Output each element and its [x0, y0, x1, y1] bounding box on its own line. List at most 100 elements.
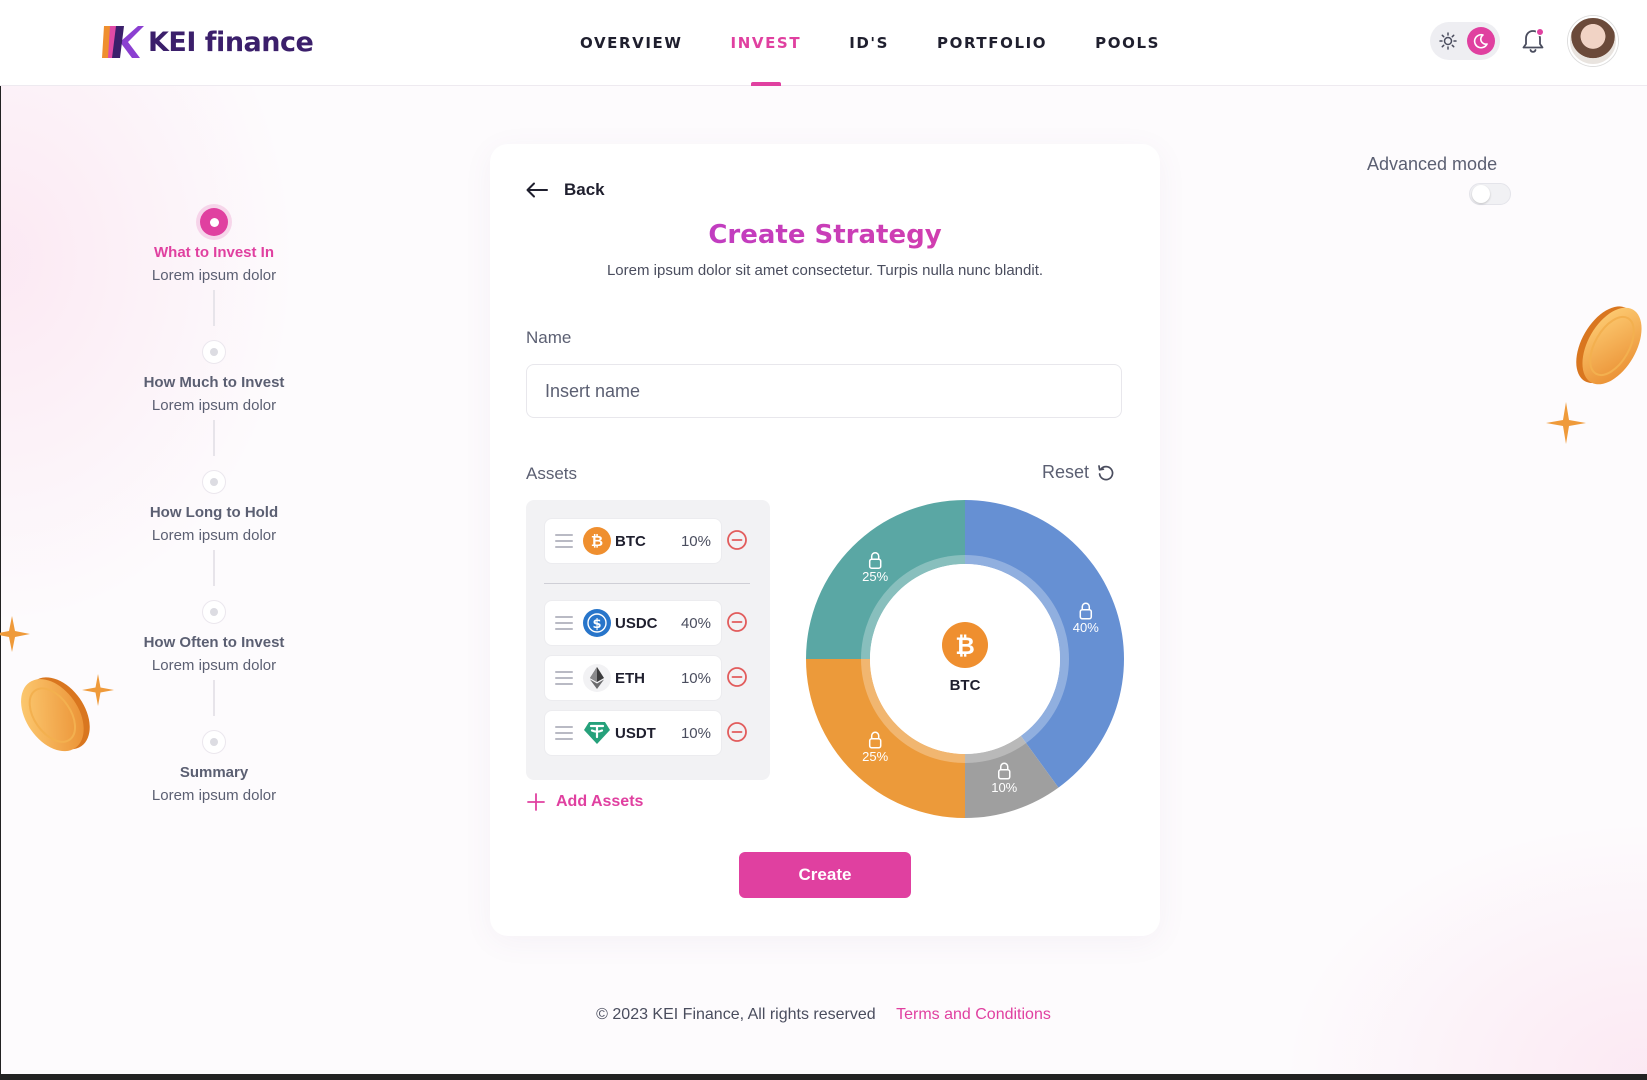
drag-handle-icon[interactable]: [555, 534, 573, 548]
sun-icon: [1439, 32, 1457, 50]
step-subtitle: Lorem ipsum dolor: [151, 397, 277, 414]
step-how-often[interactable]: How Often to Invest Lorem ipsum dolor: [114, 594, 314, 674]
theme-toggle[interactable]: [1430, 22, 1500, 60]
step-subtitle: Lorem ipsum dolor: [151, 787, 277, 804]
asset-row-usdc[interactable]: $ USDC 40%: [544, 600, 722, 646]
copyright-text: © 2023 KEI Finance, All rights reserved: [596, 1006, 876, 1023]
create-strategy-card: Back Create Strategy Lorem ipsum dolor s…: [490, 144, 1160, 936]
donut-segment-label: 25%: [862, 569, 888, 584]
name-label: Name: [526, 328, 572, 347]
create-button[interactable]: Create: [739, 852, 911, 898]
asset-list: ₿ BTC 10% $ USDC 40% ETH 10% USDT 10%: [526, 500, 770, 780]
asset-percent[interactable]: 10%: [681, 533, 711, 550]
page-subtitle: Lorem ipsum dolor sit amet consectetur. …: [606, 262, 1044, 279]
nav-portfolio[interactable]: PORTFOLIO: [937, 0, 1047, 86]
step-title: How Long to Hold: [149, 504, 279, 521]
svg-text:$: $: [592, 617, 601, 632]
brand-name: KEI finance: [148, 26, 314, 58]
advanced-mode-toggle[interactable]: [1469, 183, 1511, 205]
step-subtitle: Lorem ipsum dolor: [151, 267, 277, 284]
main-nav: OVERVIEW INVEST ID'S PORTFOLIO POOLS: [580, 0, 1208, 86]
step-subtitle: Lorem ipsum dolor: [151, 527, 277, 544]
top-navbar: KEI finance OVERVIEW INVEST ID'S PORTFOL…: [0, 0, 1647, 86]
step-indicator: [196, 594, 232, 630]
asset-percent[interactable]: 10%: [681, 670, 711, 687]
usdc-icon: $: [583, 609, 611, 637]
step-title: What to Invest In: [154, 244, 274, 261]
eth-icon: [583, 664, 611, 692]
asset-percent[interactable]: 40%: [681, 615, 711, 632]
step-indicator: [196, 334, 232, 370]
back-button[interactable]: Back: [526, 180, 605, 200]
divider: [544, 583, 750, 584]
step-connector: [213, 420, 215, 456]
moon-icon[interactable]: [1467, 27, 1495, 55]
remove-circle-icon[interactable]: [726, 529, 748, 551]
strategy-name-input[interactable]: [526, 364, 1122, 418]
remove-circle-icon[interactable]: [726, 666, 748, 688]
nav-invest[interactable]: INVEST: [731, 0, 802, 86]
donut-segment-label: 10%: [991, 780, 1017, 795]
asset-symbol: ETH: [615, 669, 645, 687]
plus-icon: [527, 793, 545, 811]
step-what-to-invest[interactable]: What to Invest In Lorem ipsum dolor: [114, 204, 314, 284]
step-summary[interactable]: Summary Lorem ipsum dolor: [114, 724, 314, 804]
step-connector: [213, 290, 215, 326]
allocation-donut-chart: 40% 10% 25% 25% ₿ BTC: [806, 500, 1124, 818]
page-title: Create Strategy: [490, 220, 1160, 250]
step-connector: [213, 550, 215, 586]
nav-pools[interactable]: POOLS: [1095, 0, 1160, 86]
add-assets-button[interactable]: Add Assets: [526, 792, 643, 812]
usdt-icon: [583, 719, 611, 747]
terms-link[interactable]: Terms and Conditions: [896, 1006, 1051, 1023]
step-subtitle: Lorem ipsum dolor: [151, 657, 277, 674]
sparkle-icon: [0, 616, 30, 652]
brand-logo[interactable]: KEI finance: [102, 24, 314, 60]
drag-handle-icon[interactable]: [555, 616, 573, 630]
arrow-left-icon: [526, 182, 548, 198]
step-indicator: [196, 204, 232, 240]
back-label: Back: [564, 180, 605, 199]
refresh-icon: [1098, 464, 1114, 480]
reset-button[interactable]: Reset: [1042, 462, 1115, 483]
svg-text:₿: ₿: [591, 532, 603, 550]
kei-logo-icon: [102, 26, 144, 58]
step-how-much[interactable]: How Much to Invest Lorem ipsum dolor: [114, 334, 314, 414]
sparkle-icon: [82, 674, 114, 706]
btc-glyph: ₿: [955, 632, 975, 660]
step-indicator: [196, 464, 232, 500]
step-how-long[interactable]: How Long to Hold Lorem ipsum dolor: [114, 464, 314, 544]
asset-symbol: USDC: [615, 614, 658, 632]
assets-label: Assets: [526, 464, 578, 483]
asset-symbol: BTC: [615, 532, 646, 550]
step-connector: [213, 680, 215, 716]
toggle-knob: [1472, 185, 1490, 203]
sparkle-icon: [1546, 402, 1586, 444]
step-indicator: [196, 724, 232, 760]
step-title: How Much to Invest: [143, 374, 285, 391]
footer: © 2023 KEI Finance, All rights reserved …: [0, 1006, 1647, 1024]
reset-label: Reset: [1042, 462, 1090, 482]
remove-circle-icon[interactable]: [726, 721, 748, 743]
nav-ids[interactable]: ID'S: [849, 0, 889, 86]
bell-icon[interactable]: [1520, 27, 1546, 55]
btc-icon: ₿: [583, 527, 611, 555]
drag-handle-icon[interactable]: [555, 671, 573, 685]
add-assets-label: Add Assets: [556, 793, 644, 810]
donut-segment-label: 40%: [1073, 620, 1099, 635]
window-bottom-edge: [0, 1074, 1647, 1080]
nav-overview[interactable]: OVERVIEW: [580, 0, 683, 86]
asset-row-btc[interactable]: ₿ BTC 10%: [544, 518, 722, 564]
donut-center-label: BTC: [950, 677, 981, 694]
asset-symbol: USDT: [615, 724, 656, 742]
step-title: How Often to Invest: [143, 634, 285, 651]
asset-row-usdt[interactable]: USDT 10%: [544, 710, 722, 756]
user-avatar[interactable]: [1568, 16, 1618, 66]
asset-row-eth[interactable]: ETH 10%: [544, 655, 722, 701]
drag-handle-icon[interactable]: [555, 726, 573, 740]
step-title: Summary: [179, 764, 249, 781]
remove-circle-icon[interactable]: [726, 611, 748, 633]
asset-percent[interactable]: 10%: [681, 725, 711, 742]
coin-decoration-right: [1576, 306, 1642, 385]
donut-segment-label: 25%: [862, 749, 888, 764]
